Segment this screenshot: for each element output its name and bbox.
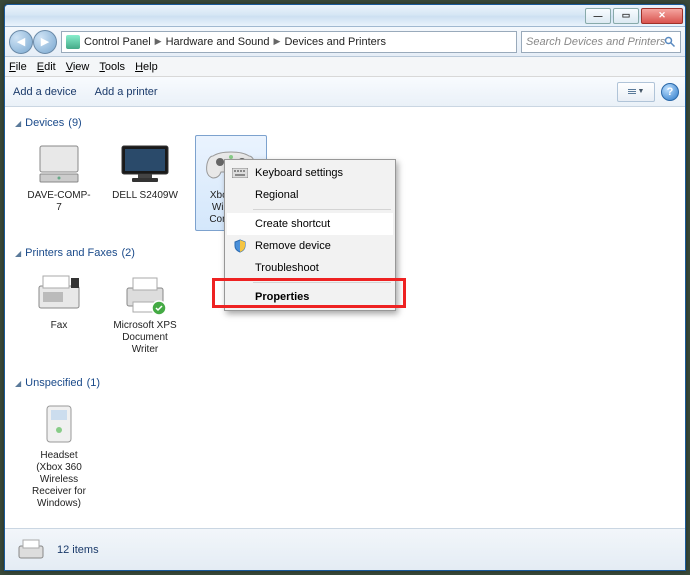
add-printer-button[interactable]: Add a printer bbox=[95, 86, 158, 98]
ctx-keyboard-settings[interactable]: Keyboard settings bbox=[227, 162, 393, 184]
monitor-icon bbox=[117, 140, 173, 188]
category-label: Devices bbox=[25, 117, 64, 129]
shield-icon bbox=[232, 238, 248, 254]
statusbar-text: 12 items bbox=[57, 544, 99, 556]
menubar: File Edit View Tools Help bbox=[5, 57, 685, 77]
search-placeholder: Search Devices and Printers bbox=[526, 36, 665, 48]
navbar: ◀ ▶ Control Panel ▶ Hardware and Sound ▶… bbox=[5, 27, 685, 57]
ctx-label: Properties bbox=[255, 291, 309, 303]
view-options-button[interactable]: ▼ bbox=[617, 82, 655, 102]
ctx-label: Remove device bbox=[255, 240, 331, 252]
device-label: DELL S2409W bbox=[112, 190, 178, 202]
menu-edit[interactable]: Edit bbox=[37, 61, 56, 73]
category-label: Printers and Faxes bbox=[25, 247, 117, 259]
toolbar: Add a device Add a printer ▼ ? bbox=[5, 77, 685, 107]
ctx-regional[interactable]: Regional bbox=[227, 184, 393, 206]
chevron-right-icon: ▶ bbox=[272, 36, 283, 47]
device-label: DAVE-COMP-7 bbox=[26, 190, 92, 214]
device-item-computer[interactable]: DAVE-COMP-7 bbox=[23, 135, 95, 231]
collapse-icon: ◢ bbox=[15, 379, 21, 388]
separator bbox=[253, 282, 391, 283]
statusbar: 12 items bbox=[5, 528, 685, 570]
chevron-down-icon: ▼ bbox=[638, 88, 645, 95]
maximize-button[interactable]: ▭ bbox=[613, 8, 639, 24]
category-unspecified[interactable]: ◢ Unspecified (1) bbox=[15, 377, 675, 389]
collapse-icon: ◢ bbox=[15, 249, 21, 258]
category-count: (2) bbox=[121, 247, 134, 259]
breadcrumb-item[interactable]: Hardware and Sound bbox=[166, 36, 270, 48]
ctx-label: Regional bbox=[255, 189, 298, 201]
computer-icon bbox=[31, 140, 87, 188]
breadcrumb-item[interactable]: Devices and Printers bbox=[284, 36, 386, 48]
separator bbox=[253, 209, 391, 210]
menu-view[interactable]: View bbox=[66, 61, 90, 73]
titlebar: — ▭ ✕ bbox=[5, 5, 685, 27]
keyboard-icon bbox=[232, 165, 248, 181]
device-item-monitor[interactable]: DELL S2409W bbox=[109, 135, 181, 231]
minimize-button[interactable]: — bbox=[585, 8, 611, 24]
printer-icon bbox=[117, 270, 173, 318]
menu-file[interactable]: File bbox=[9, 61, 27, 73]
chevron-right-icon: ▶ bbox=[153, 36, 164, 47]
ctx-remove-device[interactable]: Remove device bbox=[227, 235, 393, 257]
help-button[interactable]: ? bbox=[661, 83, 679, 101]
ctx-properties[interactable]: Properties bbox=[227, 286, 393, 308]
device-item-headset[interactable]: Headset (Xbox 360 Wireless Receiver for … bbox=[23, 395, 95, 515]
generic-device-icon bbox=[31, 400, 87, 448]
context-menu: Keyboard settings Regional Create shortc… bbox=[224, 159, 396, 311]
ctx-create-shortcut[interactable]: Create shortcut bbox=[227, 213, 393, 235]
ctx-label: Keyboard settings bbox=[255, 167, 343, 179]
close-button[interactable]: ✕ bbox=[641, 8, 683, 24]
category-count: (9) bbox=[68, 117, 81, 129]
control-panel-icon bbox=[66, 35, 80, 49]
device-label: Headset (Xbox 360 Wireless Receiver for … bbox=[26, 450, 92, 510]
statusbar-icon bbox=[15, 536, 47, 564]
printer-item-fax[interactable]: Fax bbox=[23, 265, 95, 361]
printer-label: Fax bbox=[51, 320, 68, 332]
category-devices[interactable]: ◢ Devices (9) bbox=[15, 117, 675, 129]
back-button[interactable]: ◀ bbox=[9, 30, 33, 54]
breadcrumb[interactable]: Control Panel ▶ Hardware and Sound ▶ Dev… bbox=[61, 31, 517, 53]
category-count: (1) bbox=[87, 377, 100, 389]
ctx-label: Create shortcut bbox=[255, 218, 330, 230]
category-label: Unspecified bbox=[25, 377, 82, 389]
forward-button[interactable]: ▶ bbox=[33, 30, 57, 54]
menu-help[interactable]: Help bbox=[135, 61, 158, 73]
collapse-icon: ◢ bbox=[15, 119, 21, 128]
ctx-label: Troubleshoot bbox=[255, 262, 319, 274]
add-device-button[interactable]: Add a device bbox=[13, 86, 77, 98]
search-input[interactable]: Search Devices and Printers bbox=[521, 31, 681, 53]
printer-label: Microsoft XPS Document Writer bbox=[112, 320, 178, 356]
fax-icon bbox=[31, 270, 87, 318]
ctx-troubleshoot[interactable]: Troubleshoot bbox=[227, 257, 393, 279]
search-icon bbox=[664, 36, 676, 48]
breadcrumb-item[interactable]: Control Panel bbox=[84, 36, 151, 48]
menu-tools[interactable]: Tools bbox=[99, 61, 125, 73]
printer-item-xps[interactable]: Microsoft XPS Document Writer bbox=[109, 265, 181, 361]
